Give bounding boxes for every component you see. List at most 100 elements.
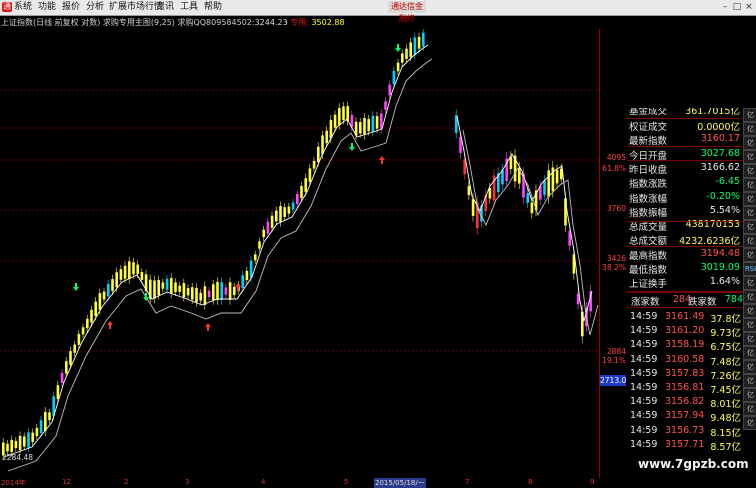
side-tab[interactable]: 亿 (743, 276, 756, 290)
maximize-icon[interactable]: □ (732, 2, 742, 12)
tick-row[interactable]: 14:59 3157.71 8.57亿 (629, 438, 743, 453)
candle-body (325, 130, 328, 144)
tick-row[interactable]: 14:59 3161.49 37.8亿 (629, 310, 743, 325)
tick-volume: 7.48亿 (710, 356, 741, 368)
side-tab[interactable]: 亿 (743, 290, 756, 304)
side-tab[interactable]: 亿 (743, 206, 756, 220)
side-tab[interactable]: 亿 (743, 220, 756, 234)
x-label: 4 (261, 478, 266, 486)
side-tab[interactable]: 亿 (743, 388, 756, 402)
side-tab[interactable]: 亿 (743, 164, 756, 178)
candle-body (165, 278, 169, 290)
candle-body (342, 106, 345, 121)
tick-row[interactable]: 14:59 3156.82 8.01亿 (629, 395, 743, 410)
menu-item-help[interactable]: 帮助 (204, 2, 222, 13)
candlestick-chart[interactable] (0, 29, 600, 478)
side-tab[interactable]: 亿 (743, 234, 756, 248)
info-row: 指数涨幅 -0.20% (627, 190, 744, 205)
side-tab[interactable]: 亿 (743, 346, 756, 360)
side-tab[interactable]: 亿 (743, 318, 756, 332)
menu-item-extended-market[interactable]: 扩展市场行情 (109, 2, 163, 13)
x-label: 9 (590, 478, 595, 486)
side-tab[interactable]: 亿 (743, 122, 756, 136)
candle-body (35, 427, 39, 437)
price-label-4095: 4095 (606, 153, 626, 162)
candle-body (191, 287, 194, 300)
app-logo-icon: 通 (2, 2, 12, 12)
signal-arrow-icon (75, 283, 77, 287)
tick-time: 14:59 (630, 325, 658, 337)
side-tab[interactable]: 亿 (743, 150, 756, 164)
tick-row[interactable]: 14:59 3160.58 7.48亿 (629, 353, 743, 368)
fib-label-38: 38.2% (602, 263, 626, 272)
candle-body (262, 229, 265, 238)
candle-body (111, 279, 114, 291)
side-tab[interactable]: 亿 (743, 374, 756, 388)
signal-arrow-icon (397, 44, 399, 48)
menu-item-tools[interactable]: 工具 (180, 2, 198, 13)
tick-row[interactable]: 14:59 3157.94 9.48亿 (629, 409, 743, 424)
tick-row[interactable]: 14:59 3161.20 9.73亿 (629, 324, 743, 339)
candle-body (405, 48, 408, 59)
tick-time: 14:59 (630, 410, 658, 422)
info-row: 今日开盘 3027.68 (627, 147, 744, 162)
tick-time: 14:59 (630, 311, 658, 322)
side-tab[interactable]: 亿 (743, 136, 756, 150)
tick-time: 14:59 (630, 382, 658, 393)
fib-label-61: 61.8% (602, 164, 626, 173)
info-row: 最低指数 3019.09 (627, 261, 744, 276)
tick-row[interactable]: 14:59 3157.83 7.26亿 (629, 367, 743, 382)
side-tab[interactable]: 亿 (743, 248, 756, 262)
divider (627, 118, 756, 119)
candle-body (199, 292, 202, 301)
menu-item-analysis[interactable]: 分析 (86, 2, 104, 13)
candle-body (132, 262, 135, 275)
tick-row[interactable]: 14:59 3158.19 6.75亿 (629, 338, 743, 354)
indicator-value-2: 3502.88 (311, 18, 345, 27)
info-value: 3019.09 (700, 262, 740, 273)
minimize-icon[interactable]: – (720, 2, 730, 12)
candle-body (10, 439, 13, 453)
divider (627, 307, 756, 308)
tick-row[interactable]: 14:59 3156.81 7.45亿 (629, 381, 743, 396)
info-value: -0.20% (706, 190, 740, 202)
candle-body (31, 432, 34, 442)
side-tab[interactable]: 亿 (743, 416, 756, 430)
divider (627, 246, 756, 247)
menu-item-system[interactable]: 系统 (14, 2, 32, 13)
tick-volume: 6.75亿 (710, 342, 741, 354)
tick-time: 14:59 (630, 367, 658, 379)
side-tab[interactable]: RSI (743, 262, 756, 276)
info-value: -6.45 (715, 176, 740, 188)
side-tab[interactable]: 亿 (743, 402, 756, 416)
candle-body (27, 432, 30, 448)
signal-arrow-icon (205, 323, 211, 327)
menu-item-quote[interactable]: 报价 (62, 2, 80, 13)
side-tab[interactable]: 亿 (743, 108, 756, 122)
close-icon[interactable]: × (744, 2, 754, 12)
info-key: 指数振幅 (629, 207, 668, 219)
menu-item-function[interactable]: 功能 (38, 2, 56, 13)
candle-body (543, 180, 546, 196)
info-value: 3160.17 (700, 133, 740, 145)
candle-body (388, 84, 391, 96)
candle-body (220, 282, 223, 300)
side-tab[interactable]: 亿 (743, 304, 756, 318)
info-row: 上证换手 1.64% (627, 275, 744, 290)
tick-row[interactable]: 14:59 3156.73 8.15亿 (629, 424, 743, 439)
side-tab[interactable]: 亿 (743, 192, 756, 206)
tick-price: 3157.83 (665, 367, 705, 379)
promo-banner[interactable]: 通达信金融终 (388, 1, 426, 23)
signal-arrow-icon (73, 287, 79, 291)
x-label: 5 (344, 478, 349, 486)
menu-item-news[interactable]: 资讯 (156, 2, 174, 13)
info-row: 指数涨跌 -6.45 (627, 175, 744, 190)
candle-body (140, 272, 144, 280)
candle-body (216, 281, 219, 301)
info-key: 指数涨幅 (629, 193, 668, 205)
side-tab[interactable]: 亿 (743, 360, 756, 374)
candle-body (371, 115, 375, 132)
side-tab[interactable]: 亿 (743, 332, 756, 346)
candle-body (203, 286, 207, 305)
side-tab[interactable]: 亿 (743, 178, 756, 192)
